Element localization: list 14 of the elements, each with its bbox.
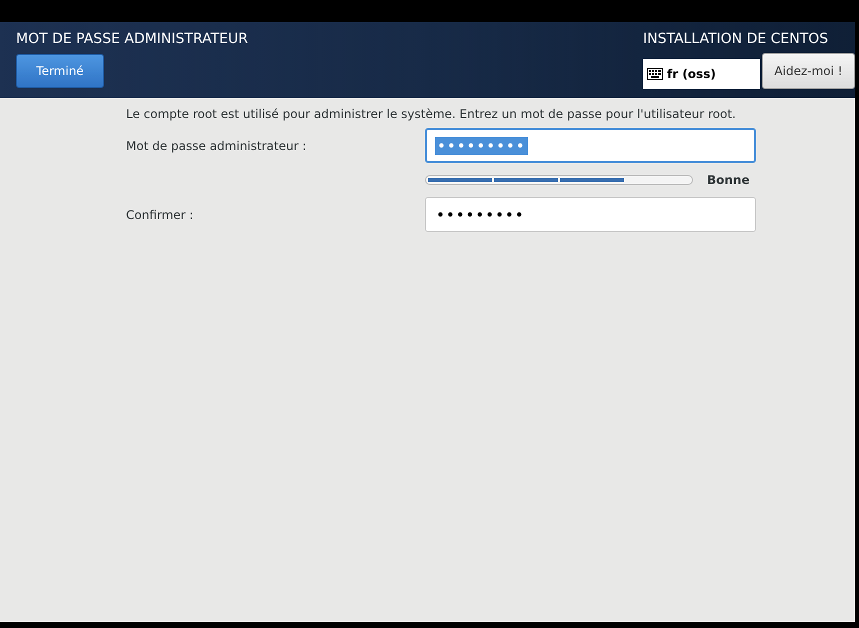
field-label: Mot de passe administrateur :: [126, 138, 308, 154]
product-title: INSTALLATION DE CENTOS: [643, 30, 828, 48]
strength-label: Bonne: [707, 172, 750, 189]
field-label: Confirmer :: [126, 206, 194, 224]
done-button[interactable]: Terminé: [16, 54, 104, 88]
password-field[interactable]: •••••••••: [425, 197, 756, 232]
page-title: MOT DE PASSE ADMINISTRATEUR: [16, 30, 248, 48]
intro-text: Le compte root est utilisé pour administrer le système. Entrez un mot de passe pour l'utilisateur root.: [126, 106, 737, 122]
keyboard-layout-field[interactable]: fr (oss): [643, 59, 760, 89]
password-dots: •••••••••: [435, 136, 528, 154]
help-button[interactable]: Aidez-moi !: [762, 53, 855, 89]
keyboard-layout-text: fr (oss): [667, 66, 716, 83]
keyboard-icon: [647, 68, 663, 80]
password-dots: •••••••••: [435, 206, 526, 224]
